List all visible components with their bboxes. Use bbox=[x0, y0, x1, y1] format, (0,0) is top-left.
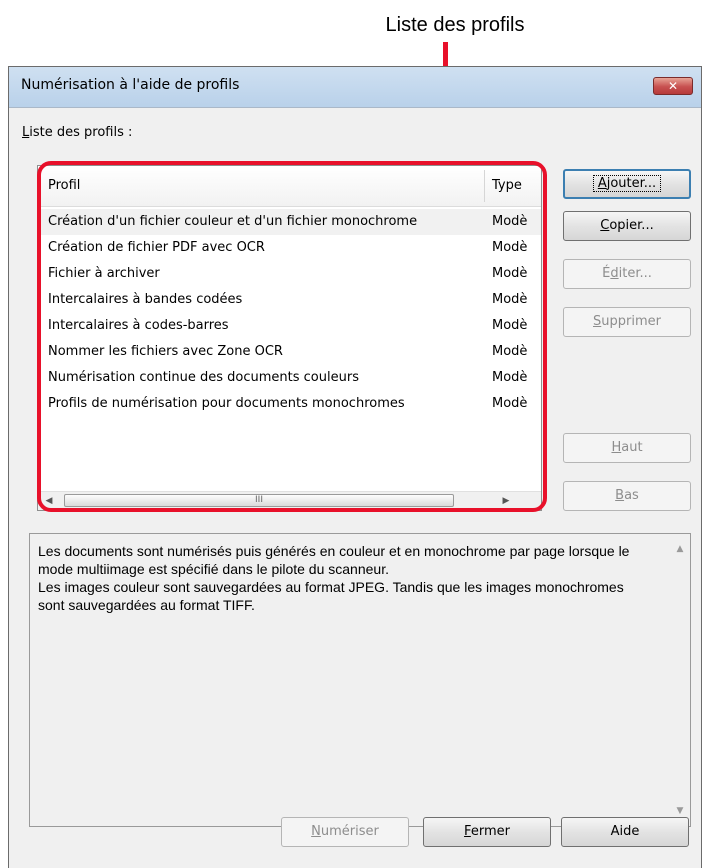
profile-name: Fichier à archiver bbox=[48, 266, 160, 281]
delete-button[interactable]: Supprimer bbox=[563, 307, 691, 337]
button-mnemonic: A bbox=[597, 176, 607, 191]
scroll-up-icon[interactable]: ▲ bbox=[674, 544, 686, 554]
profile-type: Modè bbox=[492, 344, 528, 359]
profile-type: Modè bbox=[492, 292, 528, 307]
button-mnemonic: F bbox=[464, 824, 471, 839]
vertical-scrollbar[interactable]: ▲ ▼ bbox=[670, 534, 690, 826]
scroll-left-icon[interactable]: ◀ bbox=[40, 494, 58, 508]
button-label: umériser bbox=[320, 824, 379, 839]
profile-name: Intercalaires à bandes codées bbox=[48, 292, 243, 307]
scroll-down-icon[interactable]: ▼ bbox=[674, 806, 686, 816]
list-item[interactable]: Création de fichier PDF avec OCR Modè bbox=[38, 235, 541, 261]
profile-name: Numérisation continue des documents coul… bbox=[48, 370, 359, 385]
button-label: upprimer bbox=[601, 314, 661, 329]
list-item[interactable]: Intercalaires à bandes codées Modè bbox=[38, 287, 541, 313]
profile-type: Modè bbox=[492, 266, 528, 281]
button-mnemonic: d bbox=[610, 266, 619, 281]
list-item[interactable]: Nommer les fichiers avec Zone OCR Modè bbox=[38, 339, 541, 365]
list-item[interactable]: Intercalaires à codes-barres Modè bbox=[38, 313, 541, 339]
button-label: opier... bbox=[609, 218, 654, 233]
button-label: ermer bbox=[470, 824, 510, 839]
close-button[interactable]: Fermer bbox=[423, 817, 551, 847]
button-label: iter... bbox=[618, 266, 652, 281]
profile-description[interactable]: Les documents sont numérisés puis généré… bbox=[29, 533, 691, 827]
button-mnemonic: H bbox=[611, 440, 622, 455]
profile-name: Profils de numérisation pour documents m… bbox=[48, 396, 405, 411]
profile-type: Modè bbox=[492, 214, 528, 229]
column-divider[interactable] bbox=[484, 170, 485, 202]
button-label: as bbox=[624, 488, 639, 503]
description-paragraph: Les documents sont numérisés puis généré… bbox=[38, 543, 630, 577]
horizontal-scrollbar[interactable]: ◀ III ▶ bbox=[38, 491, 541, 510]
list-item[interactable]: Création d'un fichier couleur et d'un fi… bbox=[38, 209, 541, 235]
move-down-button[interactable]: Bas bbox=[563, 481, 691, 511]
list-item[interactable]: Fichier à archiver Modè bbox=[38, 261, 541, 287]
copy-button[interactable]: Copier... bbox=[563, 211, 691, 241]
close-icon[interactable]: ✕ bbox=[653, 77, 693, 95]
list-item[interactable]: Profils de numérisation pour documents m… bbox=[38, 391, 541, 417]
profile-name: Nommer les fichiers avec Zone OCR bbox=[48, 344, 283, 359]
edit-button[interactable]: Éditer... bbox=[563, 259, 691, 289]
scroll-right-icon[interactable]: ▶ bbox=[497, 494, 515, 508]
button-mnemonic: B bbox=[615, 488, 625, 503]
button-label: aut bbox=[621, 440, 643, 455]
description-paragraph: Les images couleur sont sauvegardées au … bbox=[38, 579, 624, 613]
profile-name: Création de fichier PDF avec OCR bbox=[48, 240, 265, 255]
description-text: Les documents sont numérisés puis généré… bbox=[38, 542, 648, 614]
profile-type: Modè bbox=[492, 396, 528, 411]
profile-scan-dialog: Numérisation à l'aide de profils ✕ Liste… bbox=[8, 66, 702, 868]
profile-name: Création d'un fichier couleur et d'un fi… bbox=[48, 214, 418, 229]
profile-list-caption: Liste des profils : bbox=[22, 125, 132, 140]
button-mnemonic: C bbox=[600, 218, 610, 233]
button-mnemonic: N bbox=[311, 824, 321, 839]
profile-list[interactable]: Profil Type Création d'un fichier couleu… bbox=[37, 165, 542, 511]
column-header-profile[interactable]: Profil bbox=[48, 178, 80, 193]
help-button[interactable]: Aide bbox=[561, 817, 689, 847]
caption-text: iste des profils : bbox=[29, 125, 133, 140]
list-header: Profil Type bbox=[38, 166, 541, 207]
profile-name: Intercalaires à codes-barres bbox=[48, 318, 229, 333]
list-item[interactable]: Numérisation continue des documents coul… bbox=[38, 365, 541, 391]
scrollbar-thumb[interactable]: III bbox=[64, 494, 454, 507]
button-label: jouter... bbox=[606, 176, 657, 191]
profile-type: Modè bbox=[492, 240, 528, 255]
profile-type: Modè bbox=[492, 370, 528, 385]
scan-button[interactable]: Numériser bbox=[281, 817, 409, 847]
move-up-button[interactable]: Haut bbox=[563, 433, 691, 463]
dialog-title: Numérisation à l'aide de profils bbox=[21, 77, 240, 93]
column-header-type[interactable]: Type bbox=[492, 178, 522, 193]
title-bar[interactable]: Numérisation à l'aide de profils ✕ bbox=[9, 67, 701, 108]
callout-label: Liste des profils bbox=[385, 14, 525, 36]
add-button[interactable]: Ajouter... bbox=[563, 169, 691, 199]
profile-type: Modè bbox=[492, 318, 528, 333]
